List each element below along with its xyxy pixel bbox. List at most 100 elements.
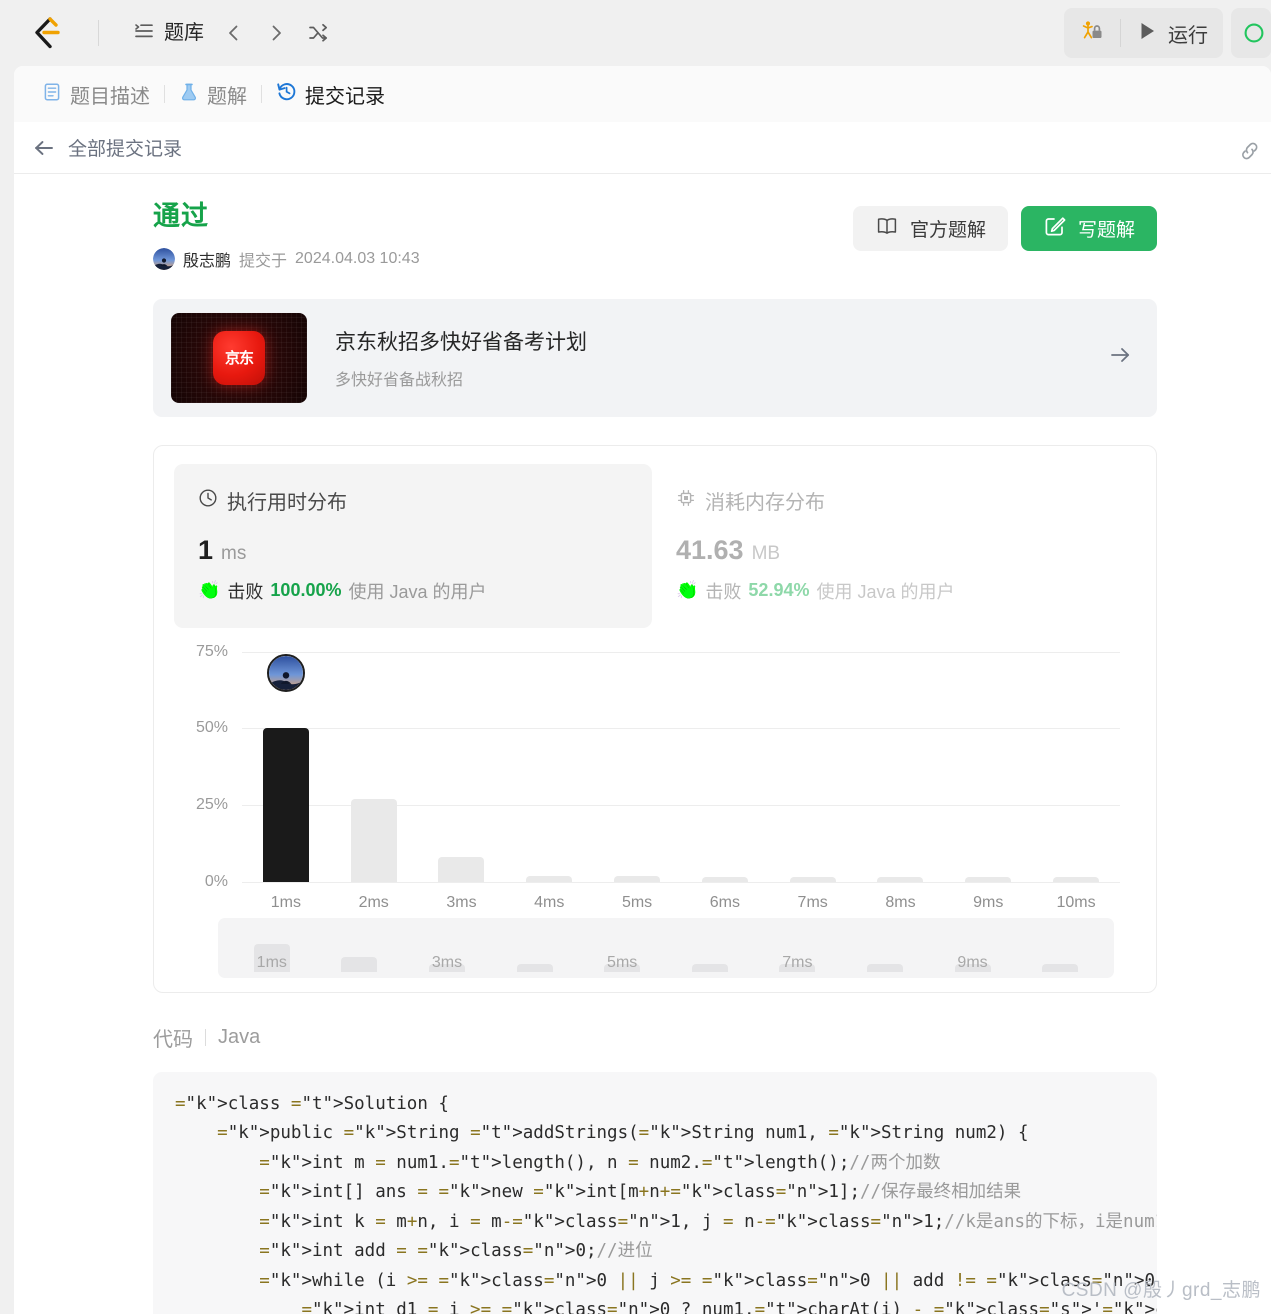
chart-bar-slot[interactable]: 4ms (505, 652, 593, 911)
memory-unit: MB (751, 542, 781, 564)
chart-user-marker-avatar[interactable] (266, 653, 305, 692)
chart-bar[interactable] (438, 857, 485, 882)
chart-x-tick-label: 6ms (709, 893, 740, 911)
header-nav: 题库 (127, 14, 336, 53)
tab-solutions[interactable]: 题解 (169, 80, 257, 109)
chart-x-tick-label: 7ms (797, 893, 828, 911)
chart-bar[interactable] (877, 877, 924, 882)
runtime-beat-label: 击败 (227, 581, 264, 602)
chart-x-tick-label: 8ms (885, 893, 916, 911)
memory-beat-percent: 52.94% (748, 580, 810, 601)
chart-bar-slot[interactable]: 7ms (769, 652, 857, 911)
panel-tabbar: 题目描述 题解 提交记录 (14, 66, 1271, 122)
debug-button[interactable] (1064, 8, 1120, 58)
back-to-all-submissions[interactable]: 全部提交记录 (68, 134, 182, 161)
submission-status-block: 通过 殷志鹏 提交于 2024.04.03 10:43 (153, 200, 420, 271)
chart-plot-area: 0% 25% 50% 75% 1ms 2ms 3ms 4ms 5ms 6ms 7ms 8ms 9ms 1… (196, 643, 1120, 911)
arrow-left-icon[interactable] (32, 136, 56, 160)
chart-bar[interactable] (262, 728, 309, 882)
code-block[interactable]: ="k">class ="t">Solution { ="k">public =… (153, 1071, 1157, 1314)
app-header: 题库 运行 (0, 0, 1271, 66)
chart-bar-slot[interactable]: 1ms (242, 652, 330, 911)
brush-bar-slot[interactable]: 3ms (403, 954, 491, 972)
code-header-divider (205, 1028, 206, 1046)
tab-description[interactable]: 题目描述 (32, 80, 160, 109)
chart-brush-slider[interactable]: 1ms 3ms 5ms 7ms 9ms (218, 917, 1114, 978)
tab-divider (261, 85, 262, 103)
prev-problem-button[interactable] (216, 15, 252, 51)
submission-detail: 通过 殷志鹏 提交于 2024.04.03 10:43 官方题解 写题解 京东 … (14, 174, 1271, 1314)
memory-value-row: 41.63 MB (676, 535, 1106, 566)
link-icon[interactable] (1237, 138, 1263, 169)
brush-bar-slot[interactable] (316, 956, 404, 972)
leetcode-logo-icon[interactable] (28, 13, 68, 53)
tab-submissions[interactable]: 提交记录 (266, 80, 395, 109)
run-label: 运行 (1168, 24, 1208, 47)
chart-x-tick-label: 3ms (446, 893, 477, 911)
chart-y-tick-label: 25% (195, 796, 228, 814)
brush-bar-slot[interactable] (841, 963, 929, 972)
write-solution-button[interactable]: 写题解 (1020, 206, 1157, 251)
runtime-head-label: 执行用时分布 (227, 491, 347, 514)
memory-beat-label: 击败 (705, 581, 742, 602)
promo-subtitle: 多快好省备战秋招 (335, 371, 464, 389)
submit-button-partial[interactable] (1231, 8, 1271, 58)
chart-x-tick-label: 10ms (1056, 893, 1096, 911)
chart-bar-slot[interactable]: 3ms (418, 652, 506, 911)
memory-beat-tail: 使用 Java 的用户 (816, 581, 955, 602)
chart-bar[interactable] (701, 877, 748, 882)
memory-stat-tab[interactable]: 消耗内存分布 41.63 MB 👏 击败 52.94% 使用 Java 的用户 (652, 464, 1130, 628)
chart-bar-slot[interactable]: 6ms (681, 652, 769, 911)
brush-bar-slot[interactable] (666, 963, 754, 972)
header-actions: 运行 (1064, 8, 1271, 58)
shuffle-icon[interactable] (300, 15, 336, 51)
submission-user[interactable]: 殷志鹏 (183, 247, 231, 271)
jd-badge: 京东 (213, 330, 265, 385)
brush-bar-slot[interactable] (491, 963, 579, 972)
chart-bar-slot[interactable]: 9ms (944, 652, 1032, 911)
page-root: 题库 运行 题目描述 题解 提交记录 全部提交记录 通过 殷志鹏 提交于 202… (0, 0, 1271, 1314)
chart-bar[interactable] (789, 877, 836, 882)
code-language: Java (218, 1025, 261, 1048)
play-icon (1136, 20, 1158, 47)
brush-bar-slot[interactable]: 7ms (754, 954, 842, 972)
write-solution-label: 写题解 (1077, 220, 1135, 241)
avatar[interactable] (153, 247, 175, 270)
tab-divider (164, 85, 165, 103)
chart-bar-slot[interactable]: 2ms (330, 652, 418, 911)
arrow-right-icon[interactable] (1105, 340, 1135, 375)
chart-bar[interactable] (350, 798, 397, 882)
memory-beat-row: 👏 击败 52.94% 使用 Java 的用户 (676, 578, 1106, 604)
brush-bar (691, 963, 728, 972)
chart-bar-slot[interactable]: 5ms (593, 652, 681, 911)
runtime-stat-tab[interactable]: 执行用时分布 1 ms 👏 击败 100.00% 使用 Java 的用户 (174, 463, 652, 628)
official-solution-button[interactable]: 官方题解 (852, 206, 1008, 251)
brush-bar-slot[interactable]: 5ms (578, 954, 666, 972)
tab-solutions-label: 题解 (207, 85, 247, 108)
promo-text: 京东秋招多快好省备考计划 多快好省备战秋招 (335, 326, 1105, 390)
submission-meta: 殷志鹏 提交于 2024.04.03 10:43 (153, 247, 420, 271)
promo-title: 京东秋招多快好省备考计划 (335, 330, 587, 354)
chart-bar-slot[interactable]: 10ms (1032, 652, 1120, 911)
brush-bar (1042, 963, 1079, 972)
run-button[interactable]: 运行 (1121, 8, 1223, 58)
runtime-unit: ms (221, 542, 247, 564)
flask-icon (179, 82, 199, 107)
chart-bar[interactable] (1053, 877, 1100, 882)
chart-bar[interactable] (526, 875, 573, 882)
runtime-head: 执行用时分布 (198, 486, 628, 515)
problem-list-button[interactable]: 题库 (127, 14, 210, 53)
brush-bar-slot[interactable]: 1ms (228, 943, 316, 972)
chart-bar[interactable] (965, 877, 1012, 882)
code-header: 代码 Java (153, 1023, 1157, 1052)
chart-bar-slot[interactable]: 8ms (857, 652, 945, 911)
next-problem-button[interactable] (258, 15, 294, 51)
promo-banner[interactable]: 京东 京东秋招多快好省备考计划 多快好省备战秋招 (153, 298, 1157, 417)
chart-y-tick-label: 0% (204, 872, 228, 890)
submissions-subbar: 全部提交记录 (14, 122, 1271, 174)
chart-bar[interactable] (614, 875, 661, 882)
submission-actions: 官方题解 写题解 (852, 206, 1157, 251)
memory-head: 消耗内存分布 (676, 486, 1106, 515)
brush-bar-slot[interactable] (1016, 963, 1104, 972)
brush-bar-slot[interactable]: 9ms (929, 954, 1017, 972)
